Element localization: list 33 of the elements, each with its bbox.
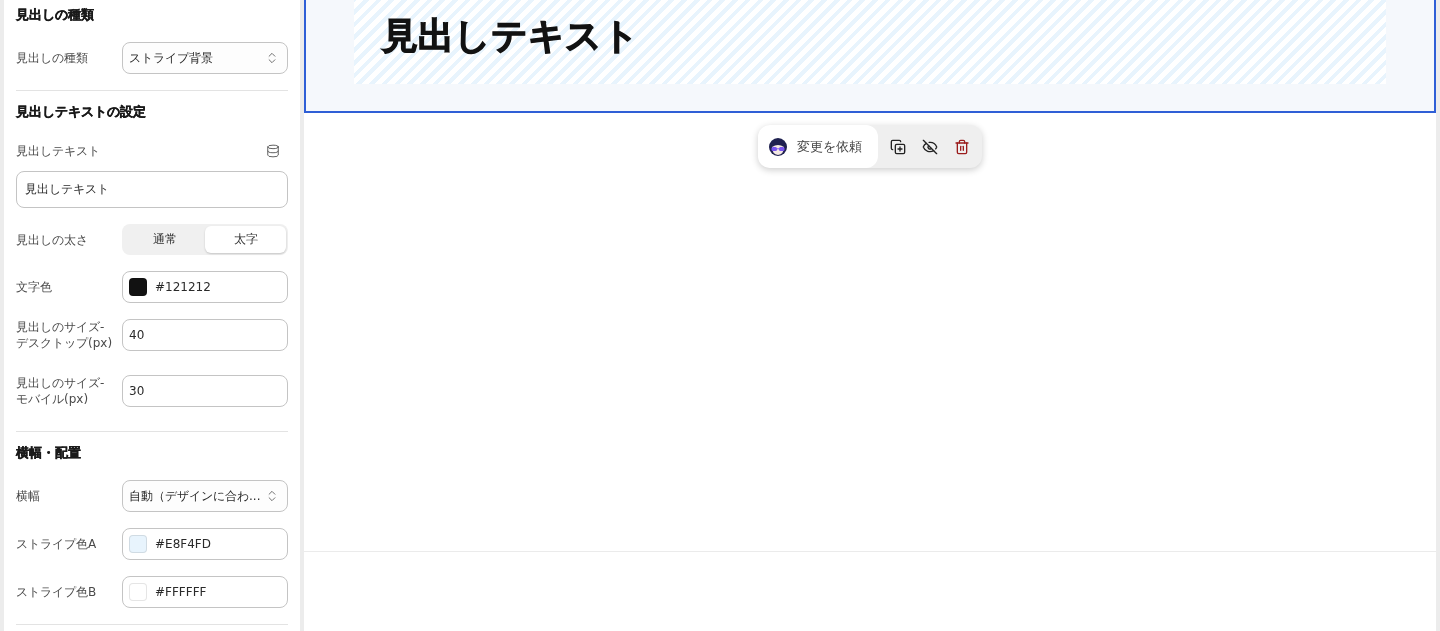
field-label: 文字色 [16, 279, 53, 295]
segment-option[interactable]: 通常 [124, 226, 205, 253]
number-field[interactable]: 40 [122, 319, 288, 351]
heading-block[interactable]: 見出しテキスト [304, 0, 1436, 113]
dropdown[interactable]: ストライプ背景 [122, 42, 288, 74]
color-swatch-icon[interactable] [129, 535, 147, 553]
dropdown[interactable]: 自動（デザインに合わ... [122, 480, 288, 512]
field-label: 横幅 [16, 488, 41, 504]
field-label: 見出しのサイズ-モバイル(px) [16, 375, 106, 407]
color-swatch-icon[interactable] [129, 583, 147, 601]
field-label: 見出しのサイズ-デスクトップ(px) [16, 319, 114, 351]
color-field[interactable]: #121212 [122, 271, 288, 303]
field-label: 見出しの種類 [16, 50, 89, 66]
field-label: ストライプ色B [16, 584, 98, 600]
field-label: 見出しテキスト [16, 143, 100, 159]
avatar-icon [769, 137, 787, 156]
section-title: 横幅・配置 [16, 444, 82, 462]
segment-option[interactable]: 太字 [205, 226, 286, 253]
request-change-button[interactable]: 変更を依頼 [758, 125, 878, 168]
field-label: 見出しの太さ [16, 231, 89, 248]
number-field[interactable]: 30 [122, 375, 288, 407]
color-swatch-icon[interactable] [129, 278, 147, 296]
trash-icon [954, 138, 970, 155]
copy-plus-icon [890, 138, 906, 155]
field-label: ストライプ色A [16, 536, 98, 552]
color-field[interactable]: #E8F4FD [122, 528, 288, 560]
text-field[interactable]: 見出しテキスト [16, 171, 288, 208]
eye-off-icon [922, 138, 938, 155]
database-icon[interactable] [266, 144, 280, 158]
heading-text: 見出しテキスト [382, 14, 639, 58]
section-title: 見出しテキストの設定 [16, 103, 147, 121]
section-title: 見出しの種類 [16, 6, 95, 24]
color-field[interactable]: #FFFFFF [122, 576, 288, 608]
